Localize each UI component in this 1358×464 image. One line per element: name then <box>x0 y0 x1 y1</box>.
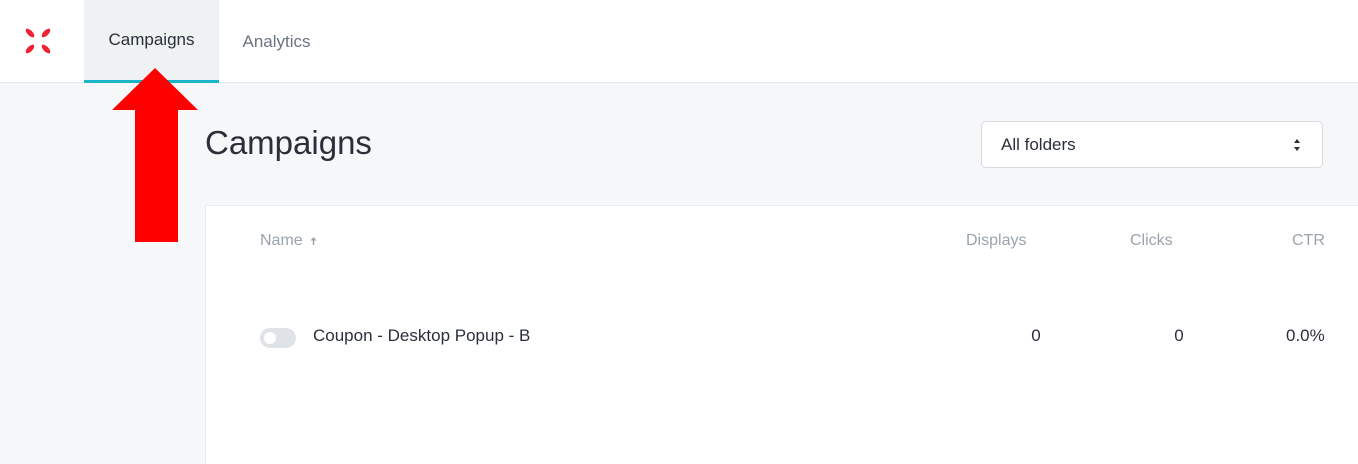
campaign-displays: 0 <box>1031 326 1041 345</box>
toggle-knob <box>264 332 276 344</box>
x-logo-icon[interactable] <box>22 25 54 57</box>
campaign-enable-toggle[interactable] <box>260 328 296 348</box>
folder-select-value: All folders <box>1001 134 1076 154</box>
column-header-clicks[interactable]: Clicks <box>1130 232 1173 250</box>
annotation-arrow-icon <box>112 68 198 242</box>
folder-select[interactable]: All folders <box>981 121 1323 168</box>
tab-analytics-label: Analytics <box>242 31 311 51</box>
column-header-name[interactable]: Name <box>260 232 318 250</box>
column-header-name-label: Name <box>260 232 303 249</box>
campaign-name[interactable]: Coupon - Desktop Popup - B <box>313 326 530 346</box>
campaign-clicks: 0 <box>1174 326 1184 345</box>
column-header-ctr[interactable]: CTR <box>1292 232 1325 250</box>
campaign-ctr: 0.0% <box>1286 326 1325 345</box>
up-down-arrows-icon <box>1294 139 1300 151</box>
top-navigation-bar: Campaigns Analytics <box>0 0 1358 83</box>
tab-campaigns-label: Campaigns <box>108 30 195 49</box>
page-title: Campaigns <box>205 124 372 161</box>
sort-up-arrow-icon <box>310 237 317 245</box>
tab-analytics[interactable]: Analytics <box>219 0 334 83</box>
column-header-displays[interactable]: Displays <box>966 232 1026 250</box>
